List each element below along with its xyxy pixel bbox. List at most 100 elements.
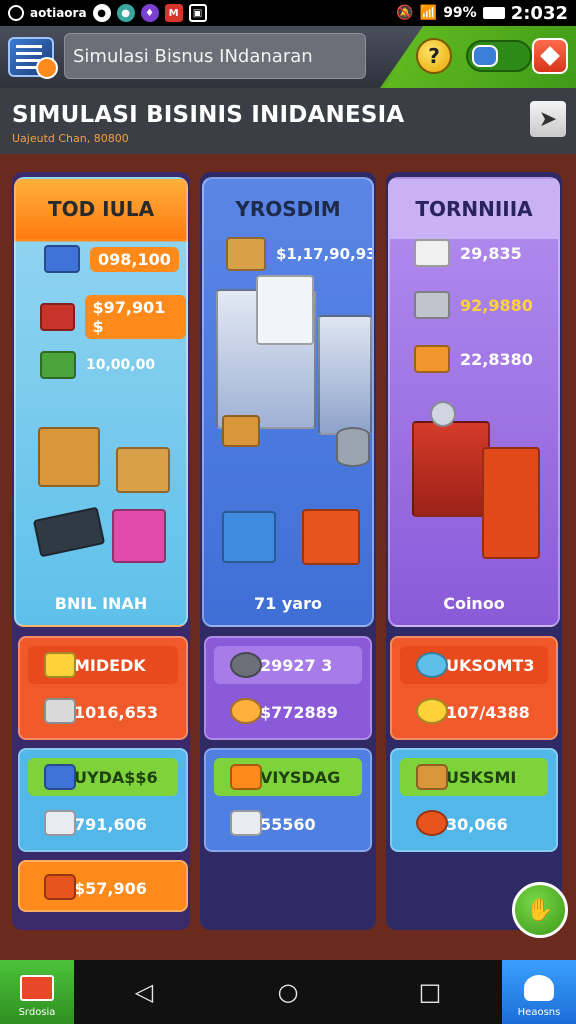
- stat-label-pill: 29927 3: [214, 646, 362, 684]
- system-icon: [8, 5, 24, 21]
- list-item[interactable]: 098,100: [44, 245, 179, 273]
- package-icon: [226, 237, 266, 271]
- stat-value: 55560: [260, 814, 316, 834]
- stat-card[interactable]: $57,906: [18, 860, 188, 912]
- help-button[interactable]: ?: [416, 38, 452, 74]
- stat-label: 29927 3: [260, 655, 333, 675]
- app-logo[interactable]: [8, 37, 58, 79]
- stat-value-row: $57,906: [28, 868, 178, 908]
- stat-value-row: 791,606: [28, 804, 178, 844]
- coin-icon: [416, 698, 448, 724]
- notification-icon: ●: [92, 4, 111, 22]
- register-icon: [44, 764, 76, 790]
- list-item[interactable]: 92,9880: [414, 291, 533, 319]
- gift-box-icon: [112, 509, 166, 563]
- toggle-switch[interactable]: [466, 40, 532, 72]
- stat-value: 1016,653: [74, 702, 159, 722]
- bag-icon: [414, 345, 450, 373]
- coin-stack-icon: [44, 652, 76, 678]
- title-strip: SIMULASI BISINIS INIDANESIA Uajeutd Chan…: [0, 88, 576, 154]
- status-app-name: aotiaora: [30, 6, 87, 20]
- phone-icon: [32, 506, 106, 558]
- home-app-label: Heaosns: [517, 1007, 561, 1018]
- toggle-icon: [472, 45, 498, 67]
- panel-footer: Coinoo: [443, 594, 505, 613]
- stat-value-row: 107/4388: [400, 692, 548, 732]
- stat-card[interactable]: USKSMI 30,066: [390, 748, 558, 852]
- notification-icon: ♦: [140, 4, 159, 22]
- mute-icon: 🔕: [396, 5, 414, 21]
- help-icon: ?: [428, 44, 440, 68]
- crate-icon: [38, 427, 100, 487]
- status-bar: aotiaora ● ● ♦ M ▣ 🔕 📶 99% 2:032: [0, 0, 576, 26]
- box-icon: [40, 303, 75, 331]
- list-item[interactable]: $97,901 $: [40, 295, 186, 339]
- fridge-icon: [256, 275, 314, 345]
- list-item[interactable]: $1,17,90,93: [226, 237, 372, 271]
- stat-card[interactable]: VIYSDAG 55560: [204, 748, 372, 852]
- coin-icon: [230, 698, 262, 724]
- cart-icon: [414, 291, 450, 319]
- stat-card[interactable]: UKSOMT3 107/4388: [390, 636, 558, 740]
- store-button[interactable]: Srdosia: [0, 960, 74, 1024]
- stat-value: $57,906: [74, 878, 147, 898]
- category-panel[interactable]: TORNNIIIA 29,835 92,9880 22,8380 Coinoo: [388, 177, 560, 627]
- list-item[interactable]: 10,00,00: [40, 351, 155, 379]
- back-icon: ◁: [134, 978, 154, 1006]
- panel-title: YROSDIM: [235, 197, 341, 221]
- shop-icon: [20, 975, 54, 1001]
- document-icon: [230, 810, 262, 836]
- page-title: SIMULASI BISINIS INIDANESIA: [12, 102, 405, 128]
- notification-icon: ●: [116, 4, 135, 22]
- page-subtitle: Uajeutd Chan, 80800: [12, 132, 129, 145]
- badge-icon: [416, 810, 448, 836]
- item-value: 098,100: [90, 246, 179, 272]
- stat-card[interactable]: UYDA$$6 791,606: [18, 748, 188, 852]
- stat-value: $772889: [260, 702, 338, 722]
- stat-label: MIDEDK: [74, 655, 146, 675]
- wifi-icon: 📶: [419, 5, 438, 21]
- battery-icon: [482, 7, 505, 19]
- barrel-icon: [336, 427, 370, 467]
- stat-value: 30,066: [446, 814, 508, 834]
- tool-icon: [416, 764, 448, 790]
- panel-title: TOD IULA: [16, 179, 186, 239]
- box-icon: [222, 415, 260, 447]
- stat-label-pill: VIYSDAG: [214, 758, 362, 796]
- share-button[interactable]: [532, 38, 568, 74]
- stat-value-row: 30,066: [400, 804, 548, 844]
- orb-icon: [416, 652, 448, 678]
- panel-title: TORNNIIIA: [390, 179, 558, 239]
- stat-value-row: $772889: [214, 692, 362, 732]
- stat-value-row: 55560: [214, 804, 362, 844]
- recent-apps-button[interactable]: □: [414, 976, 446, 1008]
- stat-card[interactable]: 29927 3 $772889: [204, 636, 372, 740]
- home-button[interactable]: ○: [272, 976, 304, 1008]
- back-button[interactable]: ◁: [128, 976, 160, 1008]
- stat-label: UKSOMT3: [446, 655, 535, 675]
- shopping-cart-icon: [412, 421, 490, 517]
- next-button[interactable]: ➤: [530, 101, 566, 137]
- truck-icon: [44, 874, 76, 900]
- list-item[interactable]: 22,8380: [414, 345, 533, 373]
- notification-icon: ▣: [188, 4, 207, 22]
- paper-stack-icon: [44, 698, 76, 724]
- app-bar: Simulasi Bisnus INdanaran ?: [0, 26, 576, 88]
- home-icon: ○: [277, 978, 299, 1006]
- house-icon: [524, 975, 554, 1001]
- stat-label: VIYSDAG: [260, 767, 341, 787]
- search-input[interactable]: Simulasi Bisnus INdanaran: [64, 33, 366, 79]
- action-fab[interactable]: ✋: [512, 882, 568, 938]
- list-item[interactable]: 29,835: [414, 239, 522, 267]
- stat-card[interactable]: MIDEDK 1016,653: [18, 636, 188, 740]
- stat-label-pill: UYDA$$6: [28, 758, 178, 796]
- next-arrow-icon: ➤: [538, 106, 558, 132]
- item-value: 10,00,00: [86, 357, 156, 373]
- item-value: 29,835: [460, 243, 522, 263]
- machine-icon: [44, 810, 76, 836]
- category-panel[interactable]: YROSDIM $1,17,90,93 71 yaro: [202, 177, 374, 627]
- category-panel[interactable]: TOD IULA 098,100 $97,901 $ 10,00,00 BNIL…: [14, 177, 188, 627]
- home-app-button[interactable]: Heaosns: [502, 960, 576, 1024]
- item-value: 92,9880: [460, 295, 533, 315]
- item-value: $97,901 $: [84, 295, 186, 339]
